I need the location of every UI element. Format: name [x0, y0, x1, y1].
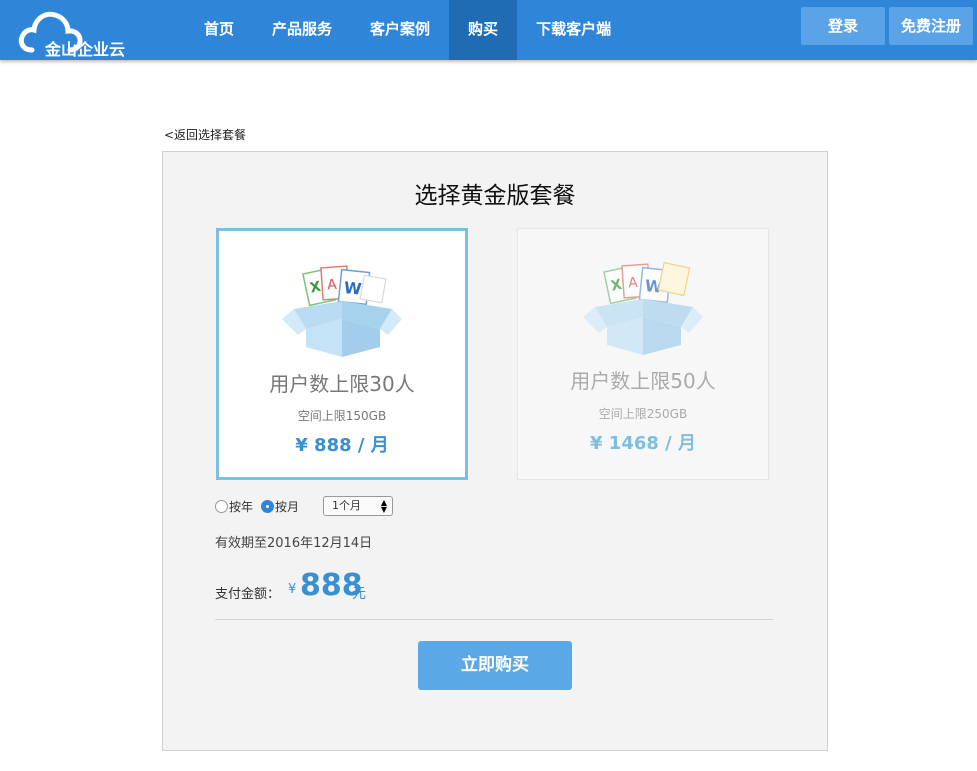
- login-button[interactable]: 登录: [801, 7, 885, 45]
- plan-space-limit: 空间上限150GB: [297, 409, 387, 423]
- select-arrows-icon: ▲ ▼: [380, 498, 388, 514]
- top-navigation-bar: 金山企业云 首页 产品服务 客户案例 购买 下载客户端 登录 免费注册: [0, 0, 977, 60]
- plan-selection-panel: 选择黄金版套餐 X A W 用户数上限30人 空间上限150GB ¥ 888 /…: [162, 151, 828, 751]
- plan-price: ¥ 1468 / 月: [590, 433, 696, 454]
- back-to-plans-link[interactable]: <返回选择套餐: [164, 126, 246, 143]
- nav-item-products[interactable]: 产品服务: [253, 0, 351, 60]
- plan-user-limit: 用户数上限50人: [570, 369, 716, 393]
- billing-yearly-label[interactable]: 按年: [229, 498, 253, 515]
- nav-item-home[interactable]: 首页: [185, 0, 253, 60]
- plan-card-30-users[interactable]: X A W 用户数上限30人 空间上限150GB ¥ 888 / 月: [216, 228, 468, 480]
- files-box-icon: X A W: [583, 261, 703, 355]
- duration-select-value: 1个月: [332, 499, 362, 512]
- billing-monthly-radio[interactable]: [261, 499, 275, 513]
- svg-text:A: A: [628, 275, 639, 292]
- brand-name: 金山企业云: [45, 40, 126, 59]
- nav-item-download[interactable]: 下载客户端: [517, 0, 630, 60]
- main-nav: 首页 产品服务 客户案例 购买 下载客户端: [185, 0, 630, 60]
- plan-card-50-users[interactable]: X A W 用户数上限50人 空间上限250GB ¥ 1468 / 月: [517, 228, 769, 480]
- svg-text:W: W: [343, 278, 363, 299]
- currency-symbol: ¥: [288, 582, 297, 597]
- payment-unit: 元: [352, 586, 366, 602]
- files-box-icon: X A W: [282, 265, 402, 357]
- valid-until-text: 有效期至2016年12月14日: [215, 536, 373, 551]
- nav-item-cases[interactable]: 客户案例: [351, 0, 449, 60]
- billing-options: 按年 按月 1个月 ▲ ▼: [215, 496, 394, 516]
- panel-title: 选择黄金版套餐: [414, 183, 576, 209]
- plan-price: ¥ 888 / 月: [295, 435, 389, 456]
- buy-now-button[interactable]: 立即购买: [418, 641, 572, 690]
- duration-select[interactable]: 1个月 ▲ ▼: [323, 496, 394, 516]
- nav-item-buy[interactable]: 购买: [449, 0, 518, 60]
- divider: [215, 619, 773, 620]
- payment-label: 支付金额：: [215, 587, 281, 602]
- svg-text:A: A: [327, 277, 338, 294]
- plan-space-limit: 空间上限250GB: [598, 407, 688, 421]
- plan-user-limit: 用户数上限30人: [269, 372, 415, 396]
- billing-monthly-label[interactable]: 按月: [275, 498, 299, 515]
- billing-yearly-radio[interactable]: [215, 499, 228, 513]
- brand-logo[interactable]: 金山企业云: [18, 6, 130, 59]
- register-button[interactable]: 免费注册: [889, 7, 973, 45]
